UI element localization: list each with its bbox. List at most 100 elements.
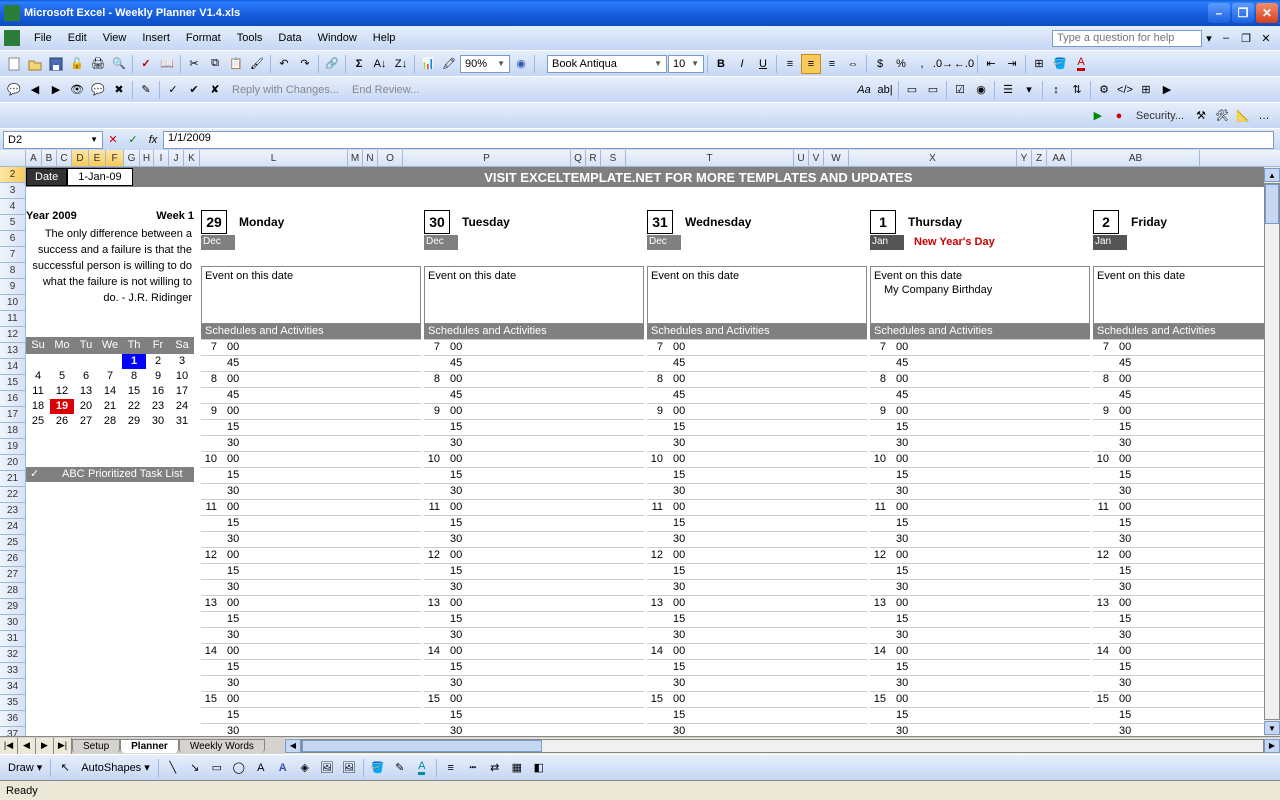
time-slot[interactable]: 1300 bbox=[1093, 595, 1264, 611]
tab-weekly-words[interactable]: Weekly Words bbox=[179, 739, 265, 753]
colhdr-D[interactable]: D bbox=[72, 150, 89, 166]
colhdr-Y[interactable]: Y bbox=[1017, 150, 1032, 166]
time-slot[interactable]: 30 bbox=[870, 627, 1090, 643]
colhdr-X[interactable]: X bbox=[849, 150, 1017, 166]
date-value-cell[interactable]: 1-Jan-09 bbox=[67, 168, 132, 186]
row-headers[interactable]: 2345678910111213141516171819202122232425… bbox=[0, 167, 26, 736]
time-slot[interactable]: 1000 bbox=[647, 451, 867, 467]
rowhdr-7[interactable]: 7 bbox=[0, 247, 25, 263]
option-tool-icon[interactable]: ◉ bbox=[971, 80, 991, 100]
time-slot[interactable]: 45 bbox=[647, 355, 867, 371]
button-tool-icon[interactable]: ▭ bbox=[923, 80, 943, 100]
borders-icon[interactable]: ⊞ bbox=[1029, 54, 1049, 74]
menu-data[interactable]: Data bbox=[270, 29, 309, 47]
time-slot[interactable]: 30 bbox=[647, 435, 867, 451]
rowhdr-13[interactable]: 13 bbox=[0, 343, 25, 359]
align-right-icon[interactable]: ≡ bbox=[822, 54, 842, 74]
combo-tool-icon[interactable]: ▾ bbox=[1019, 80, 1039, 100]
research-icon[interactable]: 📖 bbox=[157, 54, 177, 74]
help-search-input[interactable] bbox=[1052, 30, 1202, 47]
time-slot[interactable]: 1100 bbox=[870, 499, 1090, 515]
wordart-icon[interactable]: A bbox=[273, 758, 293, 778]
time-slot[interactable]: 800 bbox=[201, 371, 421, 387]
time-slot[interactable]: 30 bbox=[1093, 531, 1264, 547]
time-slot[interactable]: 800 bbox=[647, 371, 867, 387]
decrease-indent-icon[interactable]: ⇤ bbox=[981, 54, 1001, 74]
paste-icon[interactable]: 📋 bbox=[226, 54, 246, 74]
rowhdr-14[interactable]: 14 bbox=[0, 359, 25, 375]
colhdr-O[interactable]: O bbox=[378, 150, 403, 166]
new-icon[interactable] bbox=[4, 54, 24, 74]
font-color-icon[interactable]: A bbox=[1071, 54, 1091, 74]
rowhdr-27[interactable]: 27 bbox=[0, 567, 25, 583]
time-slot[interactable]: 1100 bbox=[647, 499, 867, 515]
font-combo[interactable]: Book Antiqua▼ bbox=[547, 55, 667, 73]
time-slot[interactable]: 900 bbox=[870, 403, 1090, 419]
time-slot[interactable]: 1400 bbox=[1093, 643, 1264, 659]
menu-help[interactable]: Help bbox=[365, 29, 404, 47]
colhdr-I[interactable]: I bbox=[154, 150, 169, 166]
time-slot[interactable]: 1500 bbox=[424, 691, 644, 707]
time-slot[interactable]: 700 bbox=[1093, 339, 1264, 355]
tools-icon[interactable]: 🛠 bbox=[1212, 106, 1232, 126]
rectangle-icon[interactable]: ▭ bbox=[207, 758, 227, 778]
rowhdr-22[interactable]: 22 bbox=[0, 487, 25, 503]
time-slot[interactable]: 30 bbox=[870, 723, 1090, 736]
horizontal-scrollbar[interactable]: ◀ ▶ bbox=[285, 738, 1280, 754]
colhdr-P[interactable]: P bbox=[403, 150, 571, 166]
textbox-icon[interactable]: A bbox=[251, 758, 271, 778]
time-slot[interactable]: 1500 bbox=[870, 691, 1090, 707]
rowhdr-31[interactable]: 31 bbox=[0, 631, 25, 647]
time-slot[interactable]: 1200 bbox=[1093, 547, 1264, 563]
time-slot[interactable]: 30 bbox=[201, 627, 421, 643]
show-ink-icon[interactable]: ✎ bbox=[136, 80, 156, 100]
decrease-decimal-icon[interactable]: ←.0 bbox=[954, 54, 974, 74]
time-slot[interactable]: 15 bbox=[870, 515, 1090, 531]
time-slot[interactable]: 15 bbox=[647, 467, 867, 483]
arrow-icon[interactable]: ↘ bbox=[185, 758, 205, 778]
percent-icon[interactable]: % bbox=[891, 54, 911, 74]
time-slot[interactable]: 15 bbox=[424, 611, 644, 627]
menu-window[interactable]: Window bbox=[310, 29, 365, 47]
align-left-icon[interactable]: ≡ bbox=[780, 54, 800, 74]
rowhdr-17[interactable]: 17 bbox=[0, 407, 25, 423]
time-slot[interactable]: 45 bbox=[1093, 387, 1264, 403]
time-slot[interactable]: 1000 bbox=[870, 451, 1090, 467]
permission-icon[interactable]: 🔓 bbox=[67, 54, 87, 74]
time-slot[interactable]: 15 bbox=[1093, 707, 1264, 723]
increase-decimal-icon[interactable]: .0→ bbox=[933, 54, 953, 74]
minimize-button[interactable]: – bbox=[1208, 3, 1230, 23]
select-objects-icon[interactable]: ↖ bbox=[55, 758, 75, 778]
save-icon[interactable] bbox=[46, 54, 66, 74]
restore-button[interactable]: ❐ bbox=[1232, 3, 1254, 23]
zoom-combo[interactable]: 90%▼ bbox=[460, 55, 510, 73]
time-slot[interactable]: 30 bbox=[870, 531, 1090, 547]
column-headers[interactable]: ABCDEFGHIJKLMNOPQRSTUVWXYZAAAB bbox=[0, 150, 1280, 167]
line-icon[interactable]: ╲ bbox=[163, 758, 183, 778]
colhdr-V[interactable]: V bbox=[809, 150, 824, 166]
time-slot[interactable]: 1300 bbox=[647, 595, 867, 611]
delete-comment-icon[interactable]: ✖ bbox=[109, 80, 129, 100]
time-slot[interactable]: 15 bbox=[424, 419, 644, 435]
chart-wizard-icon[interactable]: 📊 bbox=[418, 54, 438, 74]
time-slot[interactable]: 1300 bbox=[424, 595, 644, 611]
rowhdr-12[interactable]: 12 bbox=[0, 327, 25, 343]
event-box[interactable]: Event on this date bbox=[647, 266, 867, 324]
rowhdr-2[interactable]: 2 bbox=[0, 167, 25, 183]
diagram-icon[interactable]: ◈ bbox=[295, 758, 315, 778]
name-box[interactable]: D2▼ bbox=[3, 131, 103, 149]
colhdr-A[interactable]: A bbox=[26, 150, 42, 166]
time-slot[interactable]: 30 bbox=[1093, 675, 1264, 691]
line-style-icon[interactable]: ≡ bbox=[441, 758, 461, 778]
rowhdr-29[interactable]: 29 bbox=[0, 599, 25, 615]
code-icon[interactable]: </> bbox=[1115, 80, 1135, 100]
time-slot[interactable]: 15 bbox=[647, 707, 867, 723]
colhdr-AA[interactable]: AA bbox=[1047, 150, 1072, 166]
time-slot[interactable]: 15 bbox=[201, 467, 421, 483]
time-slot[interactable]: 1100 bbox=[424, 499, 644, 515]
time-slot[interactable]: 15 bbox=[424, 467, 644, 483]
colhdr-M[interactable]: M bbox=[348, 150, 363, 166]
time-slot[interactable]: 800 bbox=[1093, 371, 1264, 387]
help-dropdown-icon[interactable]: ▾ bbox=[1202, 31, 1216, 45]
font-size-combo[interactable]: 10▼ bbox=[668, 55, 704, 73]
